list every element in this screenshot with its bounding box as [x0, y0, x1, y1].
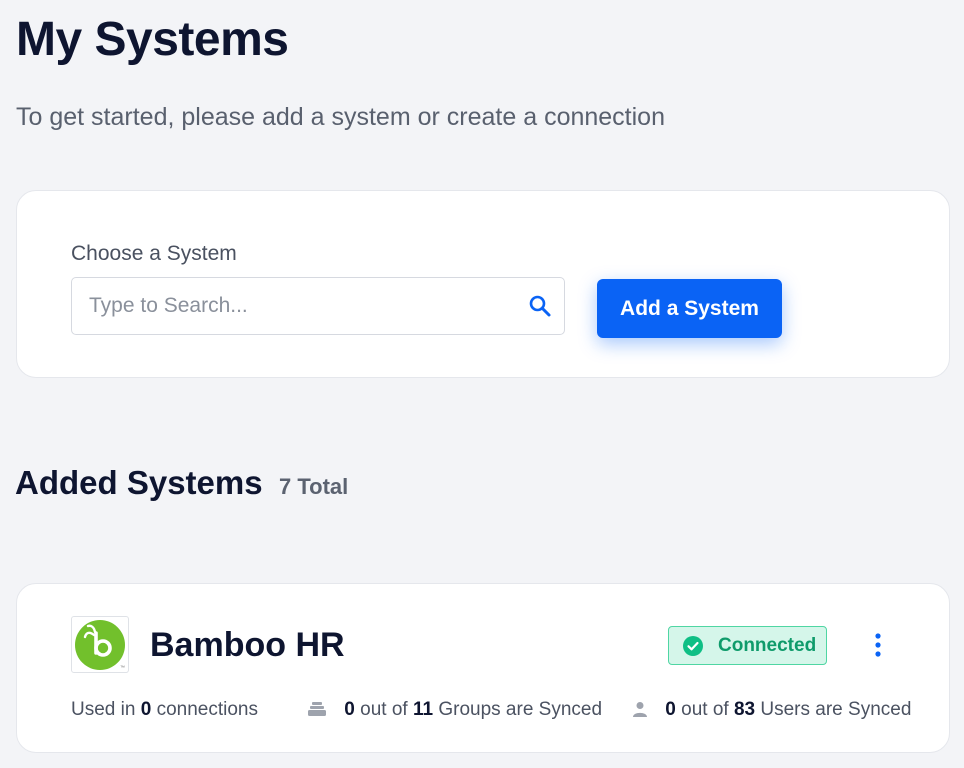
users-out-of: out of	[681, 699, 729, 720]
page-title: My Systems	[16, 13, 289, 66]
connections-prefix: Used in	[71, 699, 136, 720]
page-subtitle: To get started, please add a system or c…	[16, 103, 665, 131]
users-synced-count: 0	[665, 699, 676, 720]
choose-system-card: Choose a System Add a System	[16, 190, 950, 378]
users-total-count: 83	[733, 699, 756, 720]
user-icon	[632, 700, 648, 724]
groups-total-count: 11	[412, 699, 434, 720]
choose-system-label: Choose a System	[71, 242, 237, 265]
connections-suffix: connections	[156, 699, 258, 720]
added-systems-total: 7 Total	[279, 474, 349, 499]
bamboohr-logo-icon: ™	[71, 616, 129, 673]
groups-sync-info: 0 out of 11 Groups are Synced	[307, 698, 602, 724]
more-vertical-icon[interactable]	[868, 630, 888, 660]
status-text: Connected	[718, 635, 817, 656]
users-sync-info: 0 out of 83 Users are Synced	[632, 698, 911, 724]
system-search-box[interactable]	[71, 277, 565, 335]
users-suffix: Users are Synced	[760, 699, 912, 720]
search-icon[interactable]	[528, 294, 552, 318]
groups-suffix: Groups are Synced	[438, 699, 603, 720]
status-badge: Connected	[668, 626, 827, 665]
groups-out-of: out of	[360, 699, 408, 720]
system-search-input[interactable]	[72, 278, 512, 334]
check-circle-icon	[683, 636, 703, 656]
connections-info: Used in 0 connections	[71, 698, 258, 722]
groups-synced-count: 0	[344, 699, 355, 720]
add-system-button[interactable]: Add a System	[597, 279, 782, 338]
added-systems-heading: Added Systems	[15, 464, 263, 501]
system-card[interactable]: ™ Bamboo HR Connected Used in 0 connecti…	[16, 583, 950, 753]
stack-icon	[307, 700, 327, 724]
connections-count: 0	[140, 699, 152, 720]
system-name: Bamboo HR	[150, 626, 345, 664]
svg-text:™: ™	[120, 665, 125, 671]
my-systems-page: My Systems To get started, please add a …	[0, 0, 964, 768]
